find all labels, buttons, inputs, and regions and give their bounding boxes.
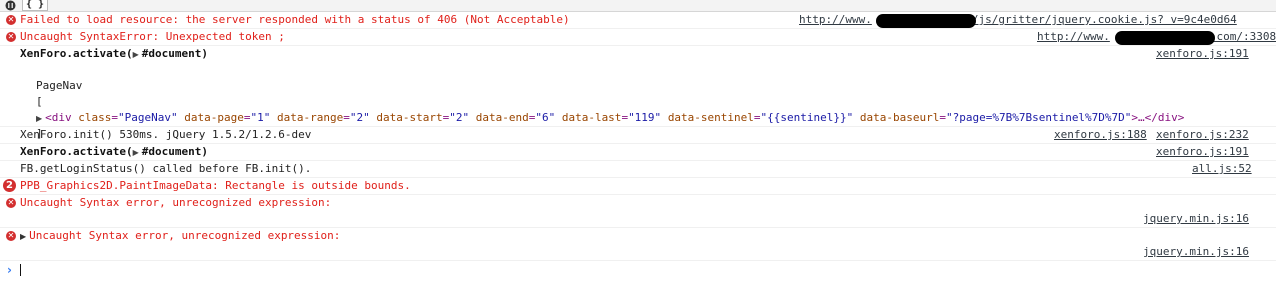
braces-icon: { } — [25, 0, 45, 10]
text-caret — [20, 264, 21, 276]
source-link[interactable]: jquery.min.js:16 — [1143, 244, 1249, 260]
console-message-error: ✕ ▶ Uncaught Syntax error, unrecognized e… — [0, 228, 1276, 261]
source-link[interactable]: xenforo.js:191 — [1156, 144, 1249, 160]
expand-triangle-icon[interactable]: ▶ — [133, 50, 139, 59]
message-text: Uncaught SyntaxError: Unexpected token ; — [20, 30, 285, 43]
console-prompt[interactable]: › — [0, 261, 1276, 279]
message-text: XenForo.activate(▶ #document) — [20, 145, 208, 158]
console-message-log: FB.getLoginStatus() called before FB.ini… — [0, 161, 1276, 178]
source-link[interactable]: xenforo.js:191 — [1156, 46, 1249, 62]
console-message-log: XenForo.activate(▶ #document) xenforo.js:… — [0, 46, 1276, 140]
error-icon: ✕ — [6, 198, 16, 208]
source-link[interactable]: xenforo.js:232 — [1156, 127, 1249, 143]
console-toolbar: { } — [0, 0, 1276, 12]
source-link[interactable]: all.js:52 — [1192, 161, 1252, 177]
clear-console-button[interactable] — [3, 0, 17, 11]
error-icon: ✕ — [6, 231, 16, 241]
message-text: FB.getLoginStatus() called before FB.ini… — [20, 162, 312, 175]
console-message-error: 2 PPB_Graphics2D.PaintImageData: Rectang… — [0, 178, 1276, 195]
expand-triangle-icon[interactable]: ▶ — [133, 148, 139, 157]
console-message-error: ✕ Failed to load resource: the server re… — [0, 12, 1276, 29]
console-message-log: XenForo.init() 530ms. jQuery 1.5.2/1.2.6… — [0, 127, 1276, 144]
error-icon: ✕ — [6, 32, 16, 42]
console-messages: ✕ Failed to load resource: the server re… — [0, 12, 1276, 279]
redacted-block — [876, 14, 976, 28]
clear-icon — [5, 0, 15, 11]
console-message-error: ✕ Uncaught Syntax error, unrecognized ex… — [0, 195, 1276, 228]
message-text: ▶ Uncaught Syntax error, unrecognized exp… — [20, 229, 341, 242]
redacted-block — [1115, 31, 1215, 45]
error-icon: ✕ — [6, 15, 16, 25]
message-text: Uncaught Syntax error, unrecognized expr… — [20, 196, 332, 209]
message-text: Failed to load resource: the server resp… — [20, 13, 570, 26]
source-link[interactable]: jquery.min.js:16 — [1143, 211, 1249, 227]
repeat-count-badge: 2 — [3, 179, 16, 192]
expand-triangle-icon[interactable]: ▶ — [20, 232, 26, 241]
source-link[interactable]: http://www./js/gritter/jquery.cookie.js?… — [799, 12, 1237, 28]
message-text: XenForo.init() 530ms. jQuery 1.5.2/1.2.6… — [20, 128, 312, 141]
source-link[interactable]: xenforo.js:188 — [1054, 127, 1147, 143]
prompt-chevron-icon: › — [7, 263, 12, 277]
console-message-log: XenForo.activate(▶ #document) xenforo.js:… — [0, 144, 1276, 161]
pretty-print-button[interactable]: { } — [22, 0, 48, 11]
message-text: XenForo.activate(▶ #document) — [20, 47, 208, 60]
message-text: PPB_Graphics2D.PaintImageData: Rectangle… — [20, 179, 411, 192]
console-message-error: ✕ Uncaught SyntaxError: Unexpected token… — [0, 29, 1276, 46]
